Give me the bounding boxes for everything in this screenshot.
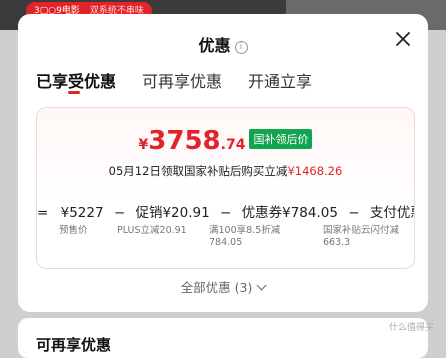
- promo-item: 促销¥20.91: [135, 205, 210, 221]
- coupon-item: 优惠券¥784.05: [241, 205, 338, 221]
- price-formula: = ¥5227 − 促销¥20.91 − 优惠券¥784.05 − 支付优惠¥6…: [37, 201, 414, 221]
- tab-enjoyed[interactable]: 已享受优惠: [36, 68, 117, 94]
- title-text: 优惠: [198, 36, 231, 55]
- equals-sign: =: [37, 205, 49, 221]
- tabs: 已享受优惠 可再享优惠 开通立享: [36, 68, 312, 94]
- subsidy-badge: 国补领后价: [249, 129, 313, 149]
- all-offers-label: 全部优惠 (3): [180, 280, 253, 295]
- all-offers-toggle[interactable]: 全部优惠 (3): [18, 277, 428, 296]
- subsidy-description: 05月12日领取国家补贴后购买立减¥1468.26: [37, 163, 414, 179]
- tab-underline: [68, 91, 80, 94]
- watermark: 什么值得买: [388, 323, 434, 333]
- more-offers-card: 可再享优惠: [18, 318, 428, 358]
- more-offers-title: 可再享优惠: [36, 336, 112, 354]
- info-icon[interactable]: i: [234, 41, 248, 54]
- price-card: ¥3758.74 国补领后价 05月12日领取国家补贴后购买立减¥1468.26 …: [36, 107, 415, 269]
- sheet-title: 优惠 i: [18, 32, 428, 56]
- tab-open-label: 开通立享: [248, 72, 313, 91]
- minus-sign: −: [113, 205, 126, 221]
- minus-sign: −: [220, 205, 232, 221]
- payment-sub2: 663.3: [323, 237, 351, 248]
- tab-open[interactable]: 开通立享: [248, 68, 312, 92]
- formula-subtexts: 预售价 PLUS立减20.91 满100享8.5折减 784.05 国家补贴云闪…: [37, 225, 414, 265]
- desc-text: 05月12日领取国家补贴后购买立减: [108, 164, 288, 178]
- base-price: ¥5227: [60, 205, 104, 221]
- tab-more-label: 可再享优惠: [142, 72, 223, 91]
- price-decimal: .74: [220, 137, 246, 153]
- desc-amount: ¥1468.26: [287, 164, 343, 178]
- coupon-sub2: 784.05: [209, 237, 243, 248]
- price-integer: 3758: [148, 126, 221, 156]
- coupon-sub1: 满100享8.5折减: [209, 225, 281, 236]
- close-icon[interactable]: [394, 30, 412, 48]
- minus-sign: −: [348, 205, 360, 221]
- final-price: ¥3758.74 国补领后价: [37, 126, 414, 156]
- payment-item: 支付优惠¥663.3: [369, 205, 414, 221]
- tab-more[interactable]: 可再享优惠: [142, 68, 222, 92]
- tab-enjoyed-label: 已享受优惠: [36, 72, 117, 91]
- promo-sub: PLUS立减20.91: [117, 225, 187, 236]
- chevron-down-icon: [256, 280, 267, 291]
- price-currency: ¥: [138, 137, 149, 153]
- base-sub: 预售价: [59, 225, 88, 236]
- payment-sub1: 国家补贴云闪付减: [323, 225, 400, 236]
- offers-sheet: 优惠 i 已享受优惠 可再享优惠 开通立享 ¥3758.74 国补领后价 05月12…: [18, 14, 428, 312]
